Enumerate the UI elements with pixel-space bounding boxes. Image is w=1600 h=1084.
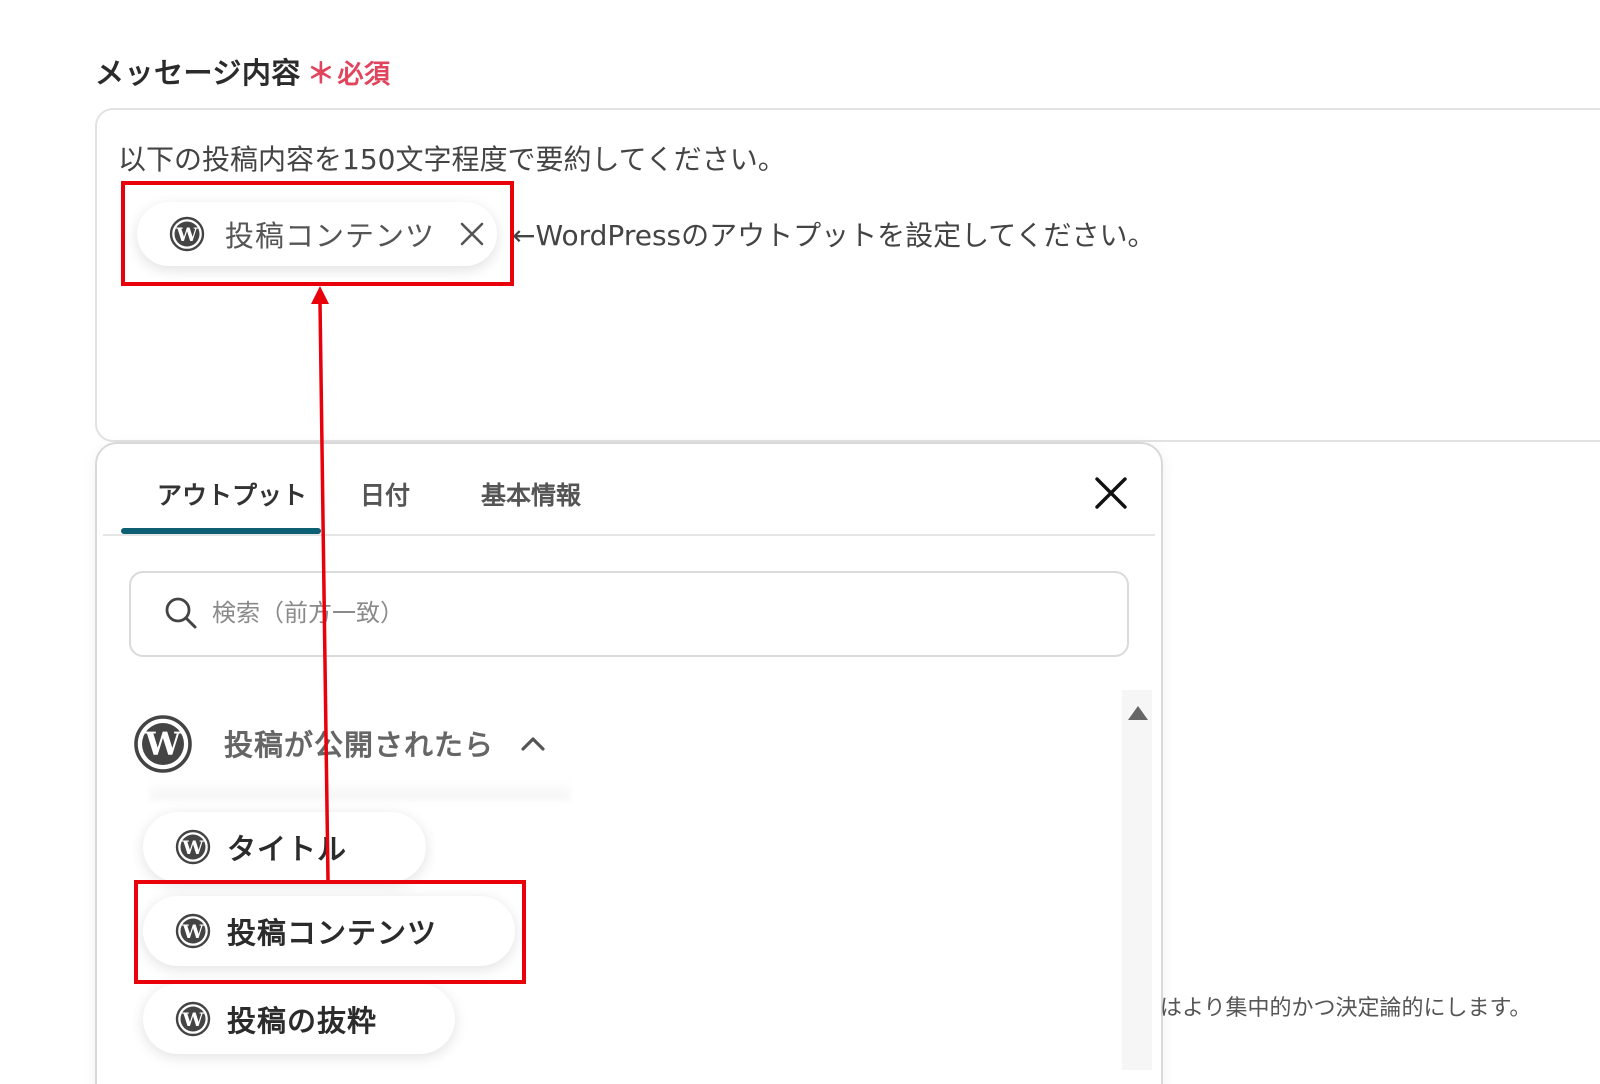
page: メッセージ内容 ＊必須 以下の投稿内容を150文字程度で要約してください。 W 投… (0, 0, 1600, 1084)
annotation-arrow (311, 286, 330, 881)
